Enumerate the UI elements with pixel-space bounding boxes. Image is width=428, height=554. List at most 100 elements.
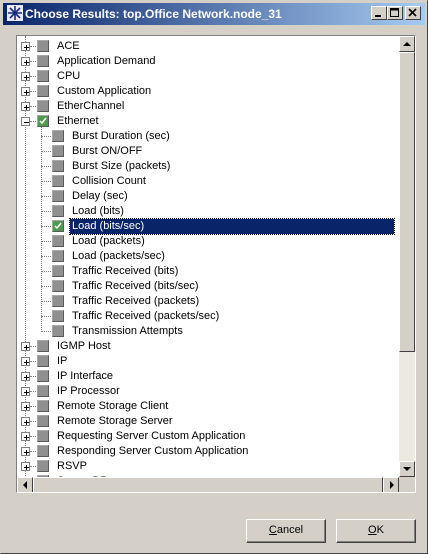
scroll-right-button[interactable] <box>383 477 399 492</box>
checkbox-icon[interactable] <box>37 85 49 97</box>
tree-statistic-row[interactable]: Burst ON/OFF <box>17 144 398 159</box>
scroll-down-button[interactable] <box>399 461 415 477</box>
minimize-button[interactable] <box>371 6 387 20</box>
tree-category-row[interactable]: Application Demand <box>17 54 398 69</box>
checkbox-icon[interactable] <box>37 385 49 397</box>
collapse-icon[interactable] <box>21 117 30 126</box>
checkbox-icon[interactable] <box>52 295 64 307</box>
checkbox-icon[interactable] <box>37 100 49 112</box>
checkbox-icon[interactable] <box>52 190 64 202</box>
expand-icon[interactable] <box>21 72 30 81</box>
expand-icon[interactable] <box>21 342 30 351</box>
choose-results-dialog: Choose Results: top.Office Network.node_… <box>0 0 428 554</box>
expand-icon[interactable] <box>21 462 30 471</box>
checkbox-checked-icon[interactable] <box>37 115 49 127</box>
expand-icon[interactable] <box>21 387 30 396</box>
ok-button[interactable]: OK <box>336 519 416 543</box>
tree-statistic-row[interactable]: Burst Duration (sec) <box>17 129 398 144</box>
tree-connector-line <box>41 211 51 212</box>
tree-category-row[interactable]: Remote Storage Server <box>17 414 398 429</box>
tree-statistic-row[interactable]: Load (bits/sec) <box>17 218 398 235</box>
tree-item-label: Transmission Attempts <box>72 325 183 337</box>
tree-connector-line <box>30 376 36 377</box>
expand-icon[interactable] <box>21 357 30 366</box>
tree-category-row[interactable]: Remote Storage Client <box>17 399 398 414</box>
checkbox-icon[interactable] <box>37 400 49 412</box>
tree-statistic-row[interactable]: Traffic Received (packets) <box>17 294 398 309</box>
tree-category-row[interactable]: IP Processor <box>17 384 398 399</box>
checkbox-icon[interactable] <box>52 145 64 157</box>
close-icon <box>408 8 417 17</box>
expand-icon[interactable] <box>21 432 30 441</box>
horizontal-scroll-thumb[interactable] <box>33 477 383 492</box>
tree-statistic-row[interactable]: Traffic Received (packets/sec) <box>17 309 398 324</box>
tree-statistic-row[interactable]: Burst Size (packets) <box>17 159 398 174</box>
tree-category-row[interactable]: ACE <box>17 39 398 54</box>
checkbox-icon[interactable] <box>37 355 49 367</box>
tree-category-row[interactable]: Ethernet <box>17 114 398 129</box>
tree-statistic-row[interactable]: Collision Count <box>17 174 398 189</box>
checkbox-icon[interactable] <box>52 250 64 262</box>
checkbox-icon[interactable] <box>52 175 64 187</box>
expand-icon[interactable] <box>21 57 30 66</box>
tree-statistic-row[interactable]: Traffic Received (bits) <box>17 264 398 279</box>
tree-category-row[interactable]: IP <box>17 354 398 369</box>
title-bar[interactable]: Choose Results: top.Office Network.node_… <box>3 3 425 25</box>
checkbox-icon[interactable] <box>37 445 49 457</box>
horizontal-scrollbar[interactable] <box>17 477 399 492</box>
tree-category-row[interactable]: IP Interface <box>17 369 398 384</box>
scroll-up-button[interactable] <box>399 36 415 52</box>
checkbox-icon[interactable] <box>52 310 64 322</box>
cancel-button[interactable]: Cancel <box>246 519 326 543</box>
scroll-left-button[interactable] <box>17 477 33 492</box>
checkbox-icon[interactable] <box>52 280 64 292</box>
tree-statistic-row[interactable]: Load (bits) <box>17 204 398 219</box>
tree-item-label: Ethernet <box>57 115 99 127</box>
tree-statistic-row[interactable]: Traffic Received (bits/sec) <box>17 279 398 294</box>
checkbox-icon[interactable] <box>37 415 49 427</box>
expand-icon[interactable] <box>21 42 30 51</box>
tree-category-row[interactable]: RSVP <box>17 459 398 474</box>
maximize-button[interactable] <box>387 6 403 20</box>
checkbox-icon[interactable] <box>37 70 49 82</box>
tree-statistic-row[interactable]: Load (packets) <box>17 234 398 249</box>
tree-category-row[interactable]: CPU <box>17 69 398 84</box>
tree-item-label: Requesting Server Custom Application <box>57 430 246 442</box>
expand-icon[interactable] <box>21 372 30 381</box>
checkbox-icon[interactable] <box>52 325 64 337</box>
tree-category-row[interactable]: EtherChannel <box>17 99 398 114</box>
tree-category-row[interactable]: Custom Application <box>17 84 398 99</box>
tree-category-row[interactable]: Requesting Server Custom Application <box>17 429 398 444</box>
tree-statistic-row[interactable]: Transmission Attempts <box>17 324 398 339</box>
tree-statistic-row[interactable]: Delay (sec) <box>17 189 398 204</box>
tree-connector-line <box>30 361 36 362</box>
checkbox-icon[interactable] <box>37 460 49 472</box>
arrow-right-icon <box>390 481 394 489</box>
expand-icon[interactable] <box>21 102 30 111</box>
checkbox-icon[interactable] <box>52 265 64 277</box>
expand-icon[interactable] <box>21 447 30 456</box>
checkbox-checked-icon[interactable] <box>52 220 64 232</box>
vertical-scroll-thumb[interactable] <box>399 52 415 352</box>
tree-category-row[interactable]: Responding Server Custom Application <box>17 444 398 459</box>
vertical-scrollbar[interactable] <box>399 36 415 477</box>
tree-item-label: IP Processor <box>57 385 120 397</box>
expand-icon[interactable] <box>21 417 30 426</box>
checkbox-icon[interactable] <box>52 205 64 217</box>
close-button[interactable] <box>405 6 421 20</box>
expand-icon[interactable] <box>21 402 30 411</box>
tree-item-label: Burst Duration (sec) <box>72 130 170 142</box>
tree-statistic-row[interactable]: Load (packets/sec) <box>17 249 398 264</box>
checkbox-icon[interactable] <box>52 235 64 247</box>
checkbox-icon[interactable] <box>37 430 49 442</box>
results-tree[interactable]: ACE Application Demand CPU Custom Applicati… <box>16 35 416 493</box>
expand-icon[interactable] <box>21 87 30 96</box>
checkbox-icon[interactable] <box>37 55 49 67</box>
checkbox-icon[interactable] <box>52 160 64 172</box>
checkbox-icon[interactable] <box>37 40 49 52</box>
tree-item-label: Collision Count <box>72 175 146 187</box>
checkbox-icon[interactable] <box>37 370 49 382</box>
checkbox-icon[interactable] <box>52 130 64 142</box>
tree-category-row[interactable]: IGMP Host <box>17 339 398 354</box>
checkbox-icon[interactable] <box>37 340 49 352</box>
